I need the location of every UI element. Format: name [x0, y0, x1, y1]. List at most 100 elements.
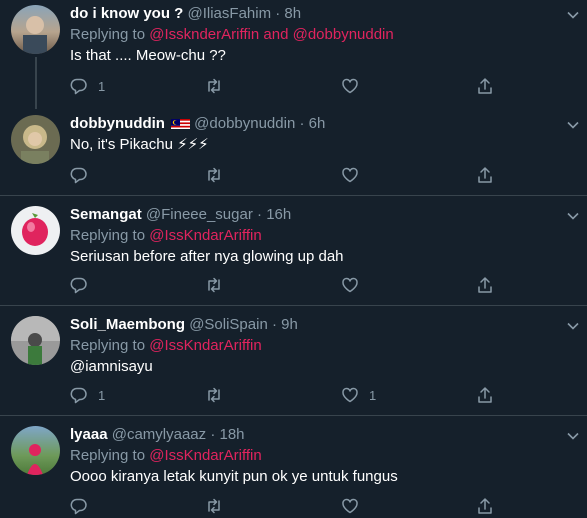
like-icon: [342, 498, 358, 514]
share-icon: [478, 78, 492, 94]
like-button[interactable]: 1: [341, 385, 376, 405]
reply-icon: [70, 78, 87, 95]
user-handle[interactable]: @dobbynuddin: [194, 115, 295, 132]
reply-button[interactable]: 1: [70, 385, 105, 405]
share-icon: [478, 498, 492, 514]
retweet-button[interactable]: [205, 275, 223, 295]
replying-to: Replying to @IssKndarAriffin: [70, 336, 262, 356]
timestamp[interactable]: 9h: [281, 316, 298, 333]
mention-link[interactable]: @IssKndarAriffin: [149, 337, 262, 354]
display-name[interactable]: dobbynuddin: [70, 115, 165, 132]
retweet-icon: [208, 387, 220, 403]
tweet-header: lyaaa @camylyaaaz · 18h: [70, 425, 245, 445]
timestamp[interactable]: 18h: [220, 426, 245, 443]
mention-joiner[interactable]: and: [263, 26, 288, 43]
tweet-actions: [70, 165, 500, 185]
retweet-icon: [208, 78, 220, 94]
reply-icon: [70, 167, 87, 184]
share-icon: [478, 167, 492, 183]
like-icon: [342, 387, 358, 403]
replying-to-label: Replying to: [70, 26, 146, 43]
user-handle[interactable]: @SoliSpain: [189, 316, 268, 333]
retweet-button[interactable]: [205, 496, 223, 516]
separator-dot: ·: [257, 206, 263, 223]
tweet[interactable]: lyaaa @camylyaaaz · 18h Replying to @Iss…: [0, 416, 587, 518]
retweet-icon: [208, 498, 220, 514]
share-button[interactable]: [476, 76, 494, 96]
user-handle[interactable]: @IliasFahim: [188, 5, 272, 22]
tweet-actions: 1 1: [70, 385, 500, 405]
separator-dot: ·: [210, 426, 216, 443]
retweet-icon: [208, 167, 220, 183]
retweet-button[interactable]: [205, 76, 223, 96]
malaysia-flag-icon: [170, 117, 190, 129]
chevron-down-icon[interactable]: [566, 319, 580, 333]
share-button[interactable]: [476, 165, 494, 185]
tweet[interactable]: Semangat @Fineee_sugar · 16h Replying to…: [0, 196, 587, 305]
replying-to: Replying to @IssKndarAriffin: [70, 226, 262, 246]
tweet-text: Seriusan before after nya glowing up dah: [70, 248, 344, 265]
tweet-header: Soli_Maembong @SoliSpain · 9h: [70, 315, 298, 335]
like-icon: [342, 167, 358, 183]
display-name[interactable]: Semangat: [70, 206, 142, 223]
mention-link[interactable]: @IssKndarAriffin: [149, 227, 262, 244]
avatar[interactable]: [11, 426, 60, 475]
share-icon: [478, 277, 492, 293]
replying-to: Replying to @IssKndarAriffin: [70, 446, 262, 466]
chevron-down-icon[interactable]: [566, 209, 580, 223]
display-name[interactable]: do i know you ?: [70, 5, 183, 22]
like-button[interactable]: [341, 496, 369, 516]
reply-icon: [70, 277, 87, 294]
reply-icon: [70, 498, 87, 515]
timestamp[interactable]: 6h: [309, 115, 326, 132]
avatar[interactable]: [11, 115, 60, 164]
reply-button[interactable]: 1: [70, 76, 105, 96]
reply-count: 1: [98, 78, 106, 94]
mention-link[interactable]: @IssKndarAriffin: [149, 447, 262, 464]
avatar[interactable]: [11, 206, 60, 255]
chevron-down-icon[interactable]: [566, 429, 580, 443]
display-name[interactable]: Soli_Maembong: [70, 316, 185, 333]
mention-link[interactable]: @dobbynuddin: [293, 26, 394, 43]
like-icon: [342, 78, 358, 94]
tweet[interactable]: Soli_Maembong @SoliSpain · 9h Replying t…: [0, 306, 587, 415]
chevron-down-icon[interactable]: [566, 8, 580, 22]
avatar[interactable]: [11, 316, 60, 365]
display-name[interactable]: lyaaa: [70, 426, 108, 443]
retweet-button[interactable]: [205, 385, 223, 405]
retweet-icon: [208, 277, 220, 293]
timestamp[interactable]: 16h: [266, 206, 291, 223]
share-button[interactable]: [476, 275, 494, 295]
reply-button[interactable]: [70, 275, 98, 295]
reply-count: 1: [98, 387, 106, 403]
replying-to-label: Replying to: [70, 227, 146, 244]
separator-dot: ·: [271, 316, 277, 333]
tweet[interactable]: do i know you ? @IliasFahim · 8h Replyin…: [0, 0, 587, 110]
tweet-text[interactable]: @iamnisayu: [70, 357, 153, 377]
tweet-text: Oooo kiranya letak kunyit pun ok ye untu…: [70, 468, 398, 485]
thread-connector: [35, 57, 37, 109]
reply-button[interactable]: [70, 496, 98, 516]
avatar[interactable]: [11, 5, 60, 54]
user-handle[interactable]: @camylyaaaz: [112, 426, 206, 443]
tweet-header: dobbynuddin @dobbynuddin · 6h: [70, 114, 325, 134]
separator-dot: ·: [299, 115, 305, 132]
replying-to: Replying to @IssknderAriffin and @dobbyn…: [70, 25, 394, 45]
share-button[interactable]: [476, 385, 494, 405]
reply-button[interactable]: [70, 165, 98, 185]
reply-icon: [70, 387, 87, 404]
tweet[interactable]: dobbynuddin @dobbynuddin · 6h No, it's P…: [0, 110, 587, 195]
timestamp[interactable]: 8h: [284, 5, 301, 22]
retweet-button[interactable]: [205, 165, 223, 185]
tweet-actions: [70, 275, 500, 295]
share-icon: [478, 387, 492, 403]
chevron-down-icon[interactable]: [566, 118, 580, 132]
tweet-actions: [70, 496, 500, 516]
like-button[interactable]: [341, 275, 369, 295]
like-button[interactable]: [341, 76, 369, 96]
like-button[interactable]: [341, 165, 369, 185]
mention-link[interactable]: @IssknderAriffin: [149, 26, 259, 43]
tweet-text: Is that .... Meow-chu ??: [70, 47, 226, 64]
share-button[interactable]: [476, 496, 494, 516]
user-handle[interactable]: @Fineee_sugar: [146, 206, 253, 223]
